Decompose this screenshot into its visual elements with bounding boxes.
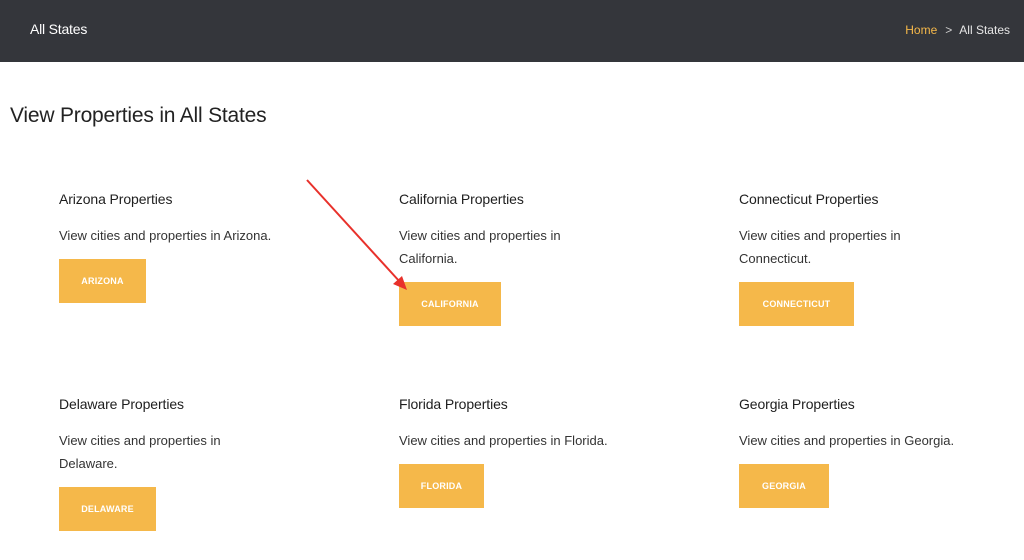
state-card-florida: Florida Properties View cities and prope… <box>399 395 669 508</box>
state-card-description: View cities and properties in Connecticu… <box>739 228 901 266</box>
state-card-arizona: Arizona Properties View cities and prope… <box>59 190 329 303</box>
state-card-title: California Properties <box>399 191 524 207</box>
breadcrumb: Home > All States <box>905 23 1010 37</box>
florida-button[interactable]: FLORIDA <box>399 464 484 508</box>
state-card-description: View cities and properties in Georgia. <box>739 433 955 448</box>
state-card-title: Delaware Properties <box>59 396 184 412</box>
state-card-description: View cities and properties in California… <box>399 228 561 266</box>
state-card-title: Arizona Properties <box>59 191 173 207</box>
state-card-connecticut: Connecticut Properties View cities and p… <box>739 190 1009 326</box>
breadcrumb-current: All States <box>959 23 1010 37</box>
state-card-description: View cities and properties in Delaware. <box>59 433 221 471</box>
state-card-description: View cities and properties in Arizona. <box>59 228 272 243</box>
state-card-california: California Properties View cities and pr… <box>399 190 669 326</box>
state-card-title: Georgia Properties <box>739 396 855 412</box>
delaware-button[interactable]: DELAWARE <box>59 487 156 531</box>
breadcrumb-separator: > <box>945 23 953 37</box>
state-card-georgia: Georgia Properties View cities and prope… <box>739 395 1009 508</box>
breadcrumb-home-link[interactable]: Home <box>905 23 937 37</box>
arizona-button[interactable]: ARIZONA <box>59 259 146 303</box>
state-card-title: Connecticut Properties <box>739 191 879 207</box>
header-page-name: All States <box>30 21 88 37</box>
state-card-description: View cities and properties in Florida. <box>399 433 608 448</box>
page-title: View Properties in All States <box>10 104 267 127</box>
top-header: All States Home > All States <box>0 0 1024 62</box>
california-button[interactable]: CALIFORNIA <box>399 282 501 326</box>
connecticut-button[interactable]: CONNECTICUT <box>739 282 854 326</box>
state-card-title: Florida Properties <box>399 396 508 412</box>
state-card-delaware: Delaware Properties View cities and prop… <box>59 395 329 531</box>
georgia-button[interactable]: GEORGIA <box>739 464 829 508</box>
